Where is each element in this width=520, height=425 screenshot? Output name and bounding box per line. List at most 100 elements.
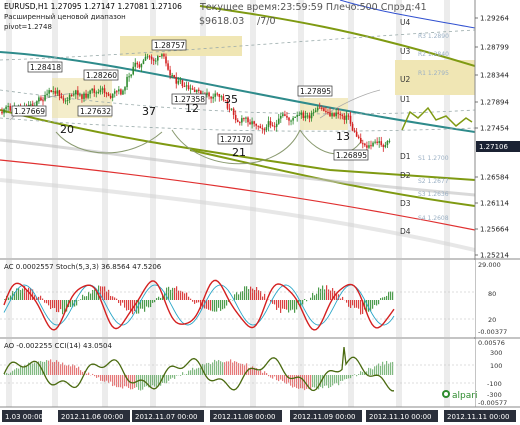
ao-bar [168, 375, 170, 381]
ao-bar [76, 367, 78, 375]
ac-bar [166, 287, 168, 300]
ac-axis-top: 29.000 [478, 261, 501, 269]
ao-bar [142, 375, 144, 390]
ac-bar [42, 298, 44, 300]
ao-bar [292, 375, 294, 388]
session-stripe [298, 339, 304, 407]
ao-bar [94, 375, 96, 377]
ao-bar [100, 375, 102, 381]
ao-bar [260, 370, 262, 375]
ao-bar [34, 362, 36, 375]
time-axis-label: 2012.11.09 00:00 [293, 413, 355, 421]
candle-body [253, 121, 255, 124]
price-axis-label: 1.27894 [480, 99, 509, 107]
ac-bar [122, 300, 124, 303]
ac-bar [322, 285, 324, 300]
ao-bar [312, 375, 314, 388]
candle-body [103, 88, 106, 93]
time-axis[interactable]: 1.03 00:00 2012.11.06 00:00 2012.11.07 00:… [2, 410, 516, 422]
ac-bar [258, 290, 260, 300]
candle-body [9, 105, 11, 111]
price-tag: 1.28260 [86, 71, 117, 80]
candle-body [247, 117, 249, 123]
candle-body [245, 117, 247, 119]
ao-bar [388, 363, 390, 375]
ao-bar [198, 367, 200, 375]
candle-body [388, 140, 391, 142]
ao-bar [68, 364, 70, 375]
ao-bar [310, 375, 312, 390]
level-d1: D1 [400, 152, 411, 161]
candle-body [185, 85, 188, 87]
candle-body [58, 90, 61, 96]
ac-bar [246, 286, 248, 300]
candle-body [366, 145, 368, 148]
candle-body [77, 90, 79, 96]
candle-body [359, 137, 362, 144]
ac-bar [222, 300, 224, 310]
candle-body [263, 128, 266, 130]
ac-bar [250, 286, 252, 300]
ac-bar [44, 300, 46, 303]
candle-body [1, 112, 3, 114]
ac-bar [256, 287, 258, 300]
ac-bar [346, 300, 348, 303]
ac-bar [170, 289, 172, 300]
ao-bar [174, 375, 176, 379]
candle-body [216, 93, 219, 95]
candle-body [198, 89, 200, 92]
candle-body [267, 121, 270, 128]
ao-bar [56, 360, 58, 375]
channel-label: Расширенный ценовой диапазон [4, 13, 126, 21]
ao-axis-100: 100 [490, 362, 502, 370]
candle-body [296, 115, 298, 117]
ac-bar [26, 290, 28, 300]
candle-body [343, 115, 346, 120]
wave-count: 35 [224, 93, 238, 106]
ao-bar [10, 372, 12, 375]
ac-bar [320, 288, 322, 300]
ac-bar [284, 300, 286, 309]
ao-bar [96, 375, 98, 378]
ac-bar [294, 300, 296, 313]
ao-bar [112, 375, 114, 387]
candle-body [193, 89, 196, 93]
candle-body [130, 74, 132, 77]
ao-bar [16, 368, 18, 375]
ao-bar [218, 359, 220, 375]
ao-bar [74, 365, 76, 375]
candle-body [101, 88, 104, 90]
ac-bar [40, 295, 42, 300]
candle-body [38, 97, 40, 102]
wave-count: 12 [185, 102, 199, 115]
candle-body [325, 110, 327, 112]
ac-bar [22, 288, 24, 300]
ao-bar [378, 363, 380, 375]
ac-bar [128, 300, 130, 310]
ao-bar [238, 363, 240, 375]
level-u2: U2 [400, 75, 410, 84]
chart-canvas[interactable]: 1.284181.282601.287571.27669 1.276321.273… [0, 0, 520, 425]
ao-bar [226, 361, 228, 375]
ao-bar [234, 361, 236, 375]
candle-body [146, 56, 149, 58]
ao-bar [182, 372, 184, 375]
ac-bar [316, 293, 318, 300]
ac-bar [248, 289, 250, 300]
candle-body [234, 114, 237, 121]
ac-bar [252, 288, 254, 300]
ac-bar [374, 300, 376, 305]
candle-body [89, 90, 91, 94]
ac-bar [384, 296, 386, 300]
ao-bar [52, 362, 54, 375]
candle-body [288, 117, 290, 121]
candle-body [386, 141, 389, 145]
candle-body [167, 63, 169, 70]
ac-bar [360, 300, 362, 315]
candle-body [310, 113, 313, 119]
candle-body [161, 54, 163, 57]
candle-body [154, 60, 157, 62]
price-tag: 1.27170 [220, 135, 251, 144]
session-stripe [444, 260, 450, 337]
price-tag: 1.28757 [154, 41, 185, 50]
